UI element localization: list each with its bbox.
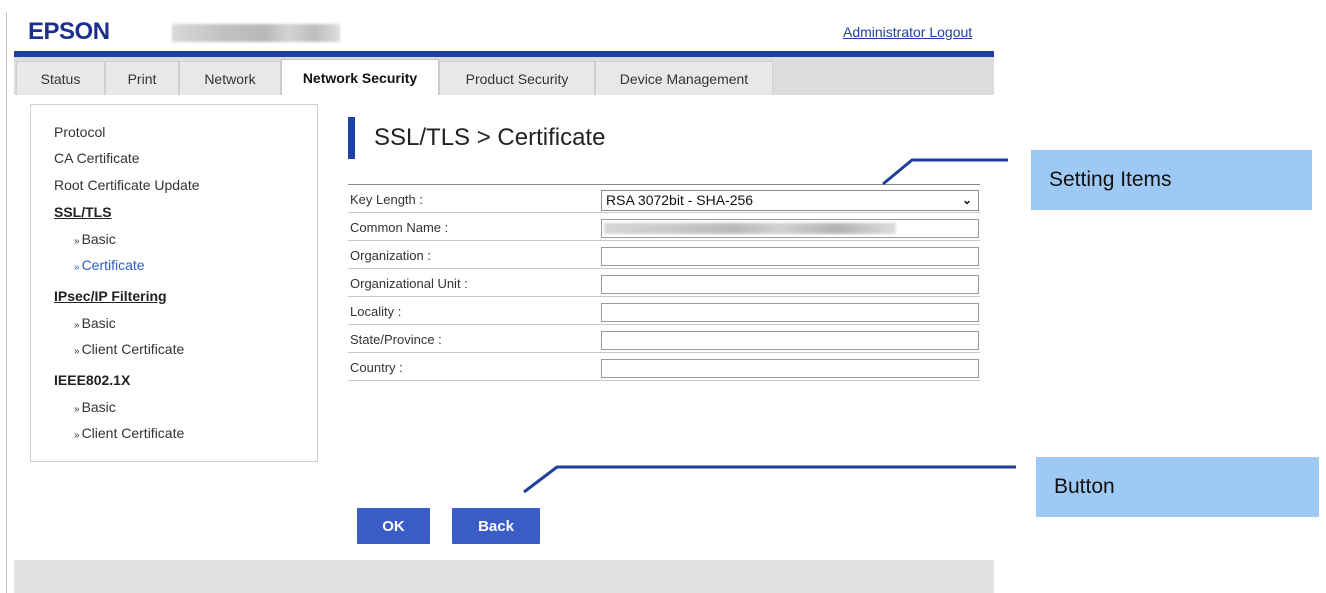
sidebar-item-label: Client Certificate [81, 425, 185, 441]
sidebar-item-ca-certificate[interactable]: CA Certificate [54, 150, 140, 166]
title-accent-bar [348, 117, 355, 159]
bullet-icon: » [74, 404, 80, 415]
administrator-logout-link[interactable]: Administrator Logout [843, 24, 972, 40]
tab-device-management[interactable]: Device Management [595, 61, 773, 95]
common-name-input[interactable] [601, 219, 979, 238]
key-length-value: RSA 3072bit - SHA-256 [606, 192, 754, 208]
settings-form: Key Length : RSA 3072bit - SHA-256 ⌄ Com… [348, 184, 980, 381]
sidebar-item-label: Basic [81, 315, 116, 331]
sidebar-item-label: Client Certificate [81, 341, 185, 357]
sidebar-group-ipsec-ip-filtering[interactable]: IPsec/IP Filtering [54, 288, 167, 304]
ok-button[interactable]: OK [357, 508, 430, 544]
organizational-unit-input[interactable] [601, 275, 979, 294]
locality-label: Locality : [350, 304, 402, 319]
tab-network[interactable]: Network [179, 61, 281, 95]
form-row-locality: Locality : [348, 296, 980, 324]
tab-network-security[interactable]: Network Security [281, 59, 439, 95]
sidebar-item-ssl-certificate[interactable]: » Certificate [74, 257, 145, 273]
form-row-organizational-unit: Organizational Unit : [348, 268, 980, 296]
sidebar-group-ieee8021x[interactable]: IEEE802.1X [54, 372, 130, 388]
form-row-organization: Organization : [348, 240, 980, 268]
back-button[interactable]: Back [452, 508, 540, 544]
country-label: Country : [350, 360, 403, 375]
tab-bar: Status Print Network Network Security Pr… [14, 57, 994, 95]
common-name-label: Common Name : [350, 220, 449, 235]
sidebar-item-ipsec-client-certificate[interactable]: » Client Certificate [74, 341, 184, 357]
page-title: SSL/TLS > Certificate [374, 124, 606, 151]
sidebar-item-protocol[interactable]: Protocol [54, 124, 105, 140]
bullet-icon: » [74, 346, 80, 357]
setting-items-callout: Setting Items [1031, 150, 1312, 210]
sidebar-item-ssl-basic[interactable]: » Basic [74, 231, 116, 247]
organizational-unit-label: Organizational Unit : [350, 276, 468, 291]
country-input[interactable] [601, 359, 979, 378]
state-province-label: State/Province : [350, 332, 442, 347]
sidebar-item-root-certificate-update[interactable]: Root Certificate Update [54, 177, 200, 193]
form-row-country: Country : [348, 352, 980, 381]
sidebar-item-label: Basic [81, 399, 116, 415]
bullet-icon: » [74, 236, 80, 247]
sidebar-item-ieee-client-certificate[interactable]: » Client Certificate [74, 425, 184, 441]
sidebar-item-ipsec-basic[interactable]: » Basic [74, 315, 116, 331]
form-row-key-length: Key Length : RSA 3072bit - SHA-256 ⌄ [348, 184, 980, 212]
frame-edge [6, 12, 7, 593]
form-row-state-province: State/Province : [348, 324, 980, 352]
sidebar-item-label: Basic [81, 231, 116, 247]
locality-input[interactable] [601, 303, 979, 322]
button-callout: Button [1036, 457, 1319, 517]
epson-logo: EPSON [28, 18, 110, 45]
key-length-select[interactable]: RSA 3072bit - SHA-256 ⌄ [601, 190, 979, 211]
key-length-label: Key Length : [350, 192, 423, 207]
organization-label: Organization : [350, 248, 431, 263]
sidebar-item-label: Certificate [81, 257, 145, 273]
organization-input[interactable] [601, 247, 979, 266]
tab-print[interactable]: Print [105, 61, 179, 95]
bullet-icon: » [74, 320, 80, 331]
blurred-printer-model [172, 24, 340, 42]
chevron-down-icon: ⌄ [961, 193, 972, 207]
bullet-icon: » [74, 262, 80, 273]
form-row-common-name: Common Name : [348, 212, 980, 240]
footer-band [14, 560, 994, 593]
blurred-common-name-value [604, 223, 896, 234]
sidebar-item-ieee-basic[interactable]: » Basic [74, 399, 116, 415]
state-province-input[interactable] [601, 331, 979, 350]
sidebar-group-ssl-tls[interactable]: SSL/TLS [54, 204, 112, 220]
tab-product-security[interactable]: Product Security [439, 61, 595, 95]
tab-status[interactable]: Status [16, 61, 105, 95]
bullet-icon: » [74, 430, 80, 441]
